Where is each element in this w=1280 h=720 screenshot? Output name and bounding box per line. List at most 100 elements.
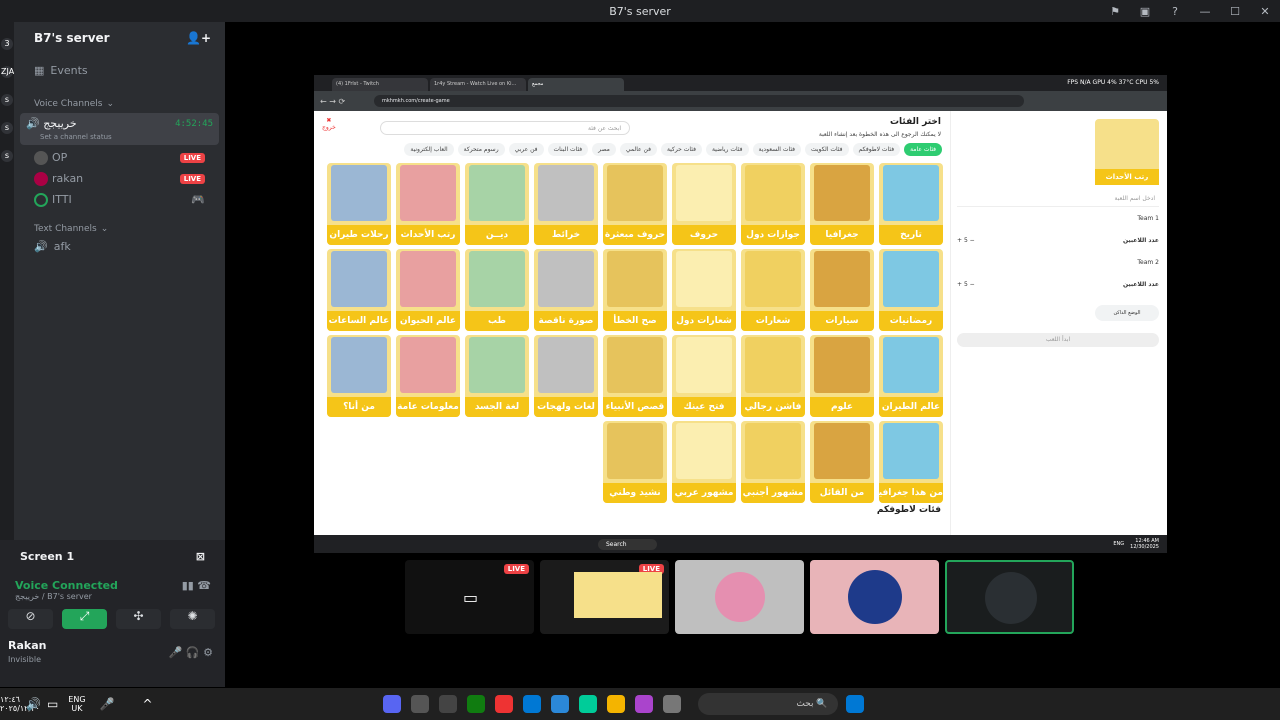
soundboard-icon[interactable]: ▮▮ [182,579,194,592]
taskbar-language[interactable]: ENG UK [68,695,85,713]
browser-tab[interactable]: مجمع [528,78,624,91]
category-card[interactable]: علوم [810,335,874,417]
selected-category-card[interactable]: رتب الأحداث [1095,119,1159,185]
voice-user[interactable]: rakan LIVE [34,168,205,189]
minimize-button[interactable]: — [1190,5,1220,18]
stream-browser[interactable]: (4) 1Frlst - Twitch 1r4y Stream - Watch … [314,75,1167,553]
exit-button[interactable]: ✖ خروج [322,117,336,131]
category-card[interactable]: لغات ولهجات [534,335,598,417]
category-card[interactable]: معلومات عامة [396,335,460,417]
text-channels-header[interactable]: Text Channels ⌄ [14,212,225,238]
chip[interactable]: فئات لاطوفكم [852,143,901,156]
category-card[interactable]: حروف [672,163,736,245]
activities-button[interactable]: ✣ [116,609,161,629]
taskbar-search[interactable]: بحث 🔍 [697,693,838,715]
settings-icon[interactable] [410,695,429,713]
participant-tile[interactable]: LIVE [540,560,669,634]
start-game-button[interactable]: ابدأ اللعب [957,333,1159,347]
chip[interactable]: فئات السعودية [752,143,801,156]
category-card[interactable]: فاشن رجالي [741,335,805,417]
category-card[interactable]: شعارات دول [672,249,736,331]
start-icon[interactable] [845,695,864,713]
category-card[interactable]: رتب الأحداث [396,163,460,245]
voice-user[interactable]: OP LIVE [34,147,205,168]
chip[interactable]: فن عالمي [619,143,657,156]
category-card[interactable]: من القائل [810,421,874,503]
category-card[interactable]: حروف مبعثرة [603,163,667,245]
chip[interactable]: فئات عامة [904,143,942,156]
dark-mode-toggle[interactable]: الوضع الداكن [1095,305,1159,321]
headset-icon[interactable]: 🎧 [186,646,200,659]
chrome-icon[interactable] [494,695,513,713]
chip[interactable]: فئات الكويت [805,143,849,156]
category-card[interactable]: عالم الطيران [879,335,943,417]
app-icon[interactable] [438,695,457,713]
server-header[interactable]: B7's server 👤+ [14,22,225,54]
add-user-icon[interactable]: 👤+ [186,31,211,45]
soundboard-button[interactable]: ✺ [170,609,215,629]
network-icon[interactable]: ▭ [47,697,58,711]
user-name[interactable]: Rakan [8,639,46,652]
category-card[interactable]: جوازات دول [741,163,805,245]
text-channel-item[interactable]: 🔊 afk [14,238,225,255]
category-card[interactable]: مشهور أجنبي [741,421,805,503]
category-card[interactable]: ديــن [465,163,529,245]
chip[interactable]: رسوم متحركة [457,143,505,156]
mic-icon[interactable]: 🎤 [100,697,115,711]
server-icon[interactable]: s [1,94,13,106]
help-icon[interactable]: ? [1160,5,1190,18]
team1-label[interactable]: Team 1 [957,215,1159,222]
category-card[interactable]: لغة الجسد [465,335,529,417]
speaker-icon[interactable]: 🔊 [26,697,41,711]
server-icon[interactable]: s [1,150,13,162]
participant-tile[interactable] [810,560,939,634]
close-button[interactable]: ✕ [1250,5,1280,18]
category-card[interactable]: من هذا جغرافيا؟ [879,421,943,503]
server-icon[interactable]: s [1,122,13,134]
game-name-input[interactable]: ادخل اسم اللعبة [957,191,1159,207]
xbox-icon[interactable] [466,695,485,713]
chip[interactable]: العاب إلكترونية [404,143,454,156]
category-card[interactable]: عالم الحيوان [396,249,460,331]
folder-icon[interactable] [606,695,625,713]
category-card[interactable]: قصص الأنبياء [603,335,667,417]
screen-icon[interactable]: ▣ [1130,5,1160,18]
copilot-icon[interactable] [634,695,653,713]
players-stepper[interactable]: + 5 − [957,281,975,288]
category-card[interactable]: رمضانيات [879,249,943,331]
category-card[interactable]: خرائط [534,163,598,245]
edge-icon[interactable] [578,695,597,713]
url-field[interactable]: mkhmkh.com/create-game [374,95,1024,107]
voice-channel-item[interactable]: 🔊 خرييجج 4:52:45 Set a channel status [20,113,219,145]
participant-tile[interactable]: LIVE ▭ [405,560,534,634]
mic-icon[interactable]: 🎤 [169,646,183,659]
category-card[interactable]: جغرافيا [810,163,874,245]
participant-tile[interactable] [945,560,1074,634]
category-card[interactable]: فتح عينك [672,335,736,417]
chip[interactable]: فئات البنات [547,143,589,156]
category-card[interactable]: طب [465,249,529,331]
category-card[interactable]: رحلات طيران [327,163,391,245]
category-card[interactable]: صح الخطأ [603,249,667,331]
chip[interactable]: مصر [592,143,616,156]
category-card[interactable]: صورة ناقصة [534,249,598,331]
chip[interactable]: فن عربي [508,143,544,156]
server-icon[interactable]: ZJA [1,66,14,78]
chevron-up-icon[interactable]: ^ [143,697,153,711]
maximize-button[interactable]: ☐ [1220,5,1250,18]
browser-tab[interactable]: 1r4y Stream - Watch Live on Ki... [430,78,526,91]
window-icon[interactable] [662,695,681,713]
inbox-icon[interactable]: ⚑ [1100,5,1130,18]
players-stepper[interactable]: + 5 − [957,237,975,244]
disconnect-icon[interactable]: ☎ [197,579,211,592]
chip[interactable]: فئات رياضية [705,143,749,156]
category-card[interactable]: من أنا؟ [327,335,391,417]
voice-connected-label[interactable]: Voice Connected [15,579,118,592]
camera-off-button[interactable]: ⊘ [8,609,53,629]
discord-icon[interactable] [382,695,401,713]
category-search-input[interactable]: ابحث عن فئة [380,121,630,135]
popout-icon[interactable]: ⊠ [196,550,205,563]
server-icon[interactable]: 3 [1,38,13,50]
category-card[interactable]: نشيد وطني [603,421,667,503]
inner-search[interactable]: Search [598,538,657,550]
